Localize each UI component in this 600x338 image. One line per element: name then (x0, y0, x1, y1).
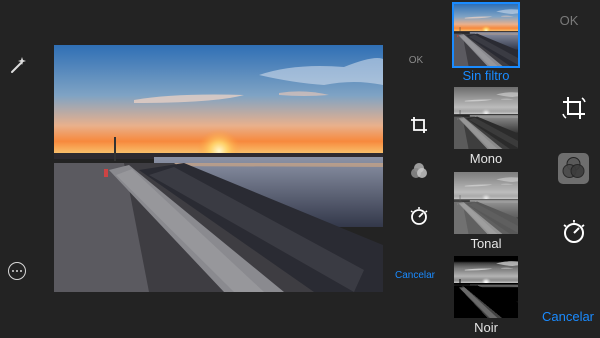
photo-preview (54, 45, 383, 292)
filter-label: Sin filtro (462, 68, 510, 83)
filters-tab-active[interactable] (558, 153, 589, 184)
filter-label: Tonal (470, 236, 502, 251)
ok-button-small[interactable]: OK (402, 55, 430, 66)
filter-mono[interactable]: Mono (454, 87, 518, 166)
adjust-dial-icon[interactable] (408, 205, 430, 227)
filter-thumbnail (454, 87, 518, 149)
cancel-button-small[interactable]: Cancelar (390, 270, 440, 281)
filter-thumbnail (454, 256, 518, 318)
filters-icon[interactable] (408, 160, 430, 182)
ok-button[interactable]: OK (554, 13, 584, 28)
filter-thumbnail (454, 172, 518, 234)
filter-label: Noir (474, 320, 498, 335)
more-options-icon[interactable] (8, 262, 26, 280)
adjust-dial-icon[interactable] (560, 218, 588, 246)
crop-rotate-icon[interactable] (560, 94, 588, 122)
filter-noir[interactable]: Noir (454, 256, 518, 335)
crop-rotate-icon[interactable] (408, 114, 430, 136)
filter-thumbnail (452, 2, 520, 68)
cancel-button[interactable]: Cancelar (536, 309, 600, 324)
filter-tonal[interactable]: Tonal (454, 172, 518, 251)
filter-label: Mono (469, 151, 503, 166)
filter-sin-filtro[interactable]: Sin filtro (452, 2, 520, 83)
filters-icon (562, 157, 585, 178)
magic-wand-icon[interactable] (8, 55, 28, 75)
